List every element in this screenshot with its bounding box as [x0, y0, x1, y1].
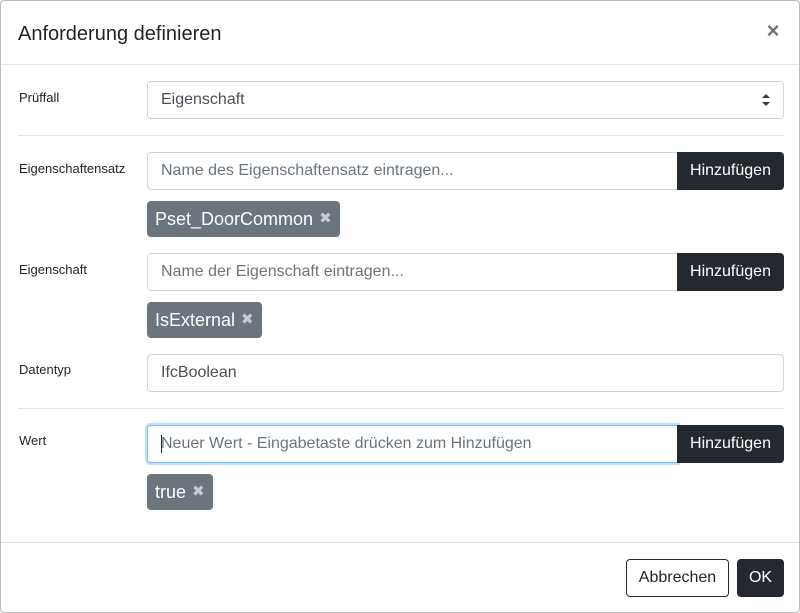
pruefall-selected-value: Eigenschaft [161, 91, 245, 108]
cancel-button[interactable]: Abbrechen [626, 559, 729, 597]
requirement-dialog: Anforderung definieren × Prüffall Eigens… [0, 0, 800, 613]
eigenschaftensatz-chip: Pset_DoorCommon ✖ [147, 201, 340, 237]
remove-chip-icon[interactable]: ✖ [319, 201, 332, 237]
wert-input[interactable]: Neuer Wert - Eingabetaste drücken zum Hi… [147, 425, 678, 463]
divider [18, 135, 784, 136]
dialog-header: Anforderung definieren × [1, 1, 799, 65]
text-cursor [161, 435, 162, 453]
datentyp-label: Datentyp [19, 362, 72, 377]
pruefall-select[interactable]: Eigenschaft [147, 81, 784, 119]
eigenschaftensatz-input[interactable]: Name des Eigenschaftensatz eintragen... [147, 152, 678, 190]
eigenschaft-input[interactable]: Name der Eigenschaft eintragen... [147, 253, 678, 291]
pruefall-label: Prüffall [19, 90, 60, 105]
chip-label: true [155, 482, 187, 502]
wert-chip: true ✖ [147, 474, 213, 510]
eigenschaft-chip: IsExternal ✖ [147, 302, 262, 338]
wert-label: Wert [19, 433, 47, 448]
select-arrows-icon [762, 94, 770, 106]
datentyp-field[interactable]: IfcBoolean [147, 354, 784, 392]
add-wert-button[interactable]: Hinzufügen [677, 425, 784, 463]
chip-label: Pset_DoorCommon [155, 209, 314, 229]
add-eigenschaft-button[interactable]: Hinzufügen [677, 253, 784, 291]
remove-chip-icon[interactable]: ✖ [241, 302, 254, 338]
ok-button[interactable]: OK [737, 559, 784, 597]
add-eigenschaftensatz-button[interactable]: Hinzufügen [677, 152, 784, 190]
close-icon[interactable]: × [765, 20, 781, 42]
eigenschaftensatz-label: Eigenschaftensatz [19, 161, 126, 176]
chip-label: IsExternal [155, 310, 236, 330]
divider [18, 408, 784, 409]
footer-divider [1, 542, 799, 543]
eigenschaft-label: Eigenschaft [19, 262, 87, 277]
wert-placeholder: Neuer Wert - Eingabetaste drücken zum Hi… [161, 435, 532, 452]
dialog-title: Anforderung definieren [18, 23, 222, 45]
remove-chip-icon[interactable]: ✖ [192, 474, 205, 510]
